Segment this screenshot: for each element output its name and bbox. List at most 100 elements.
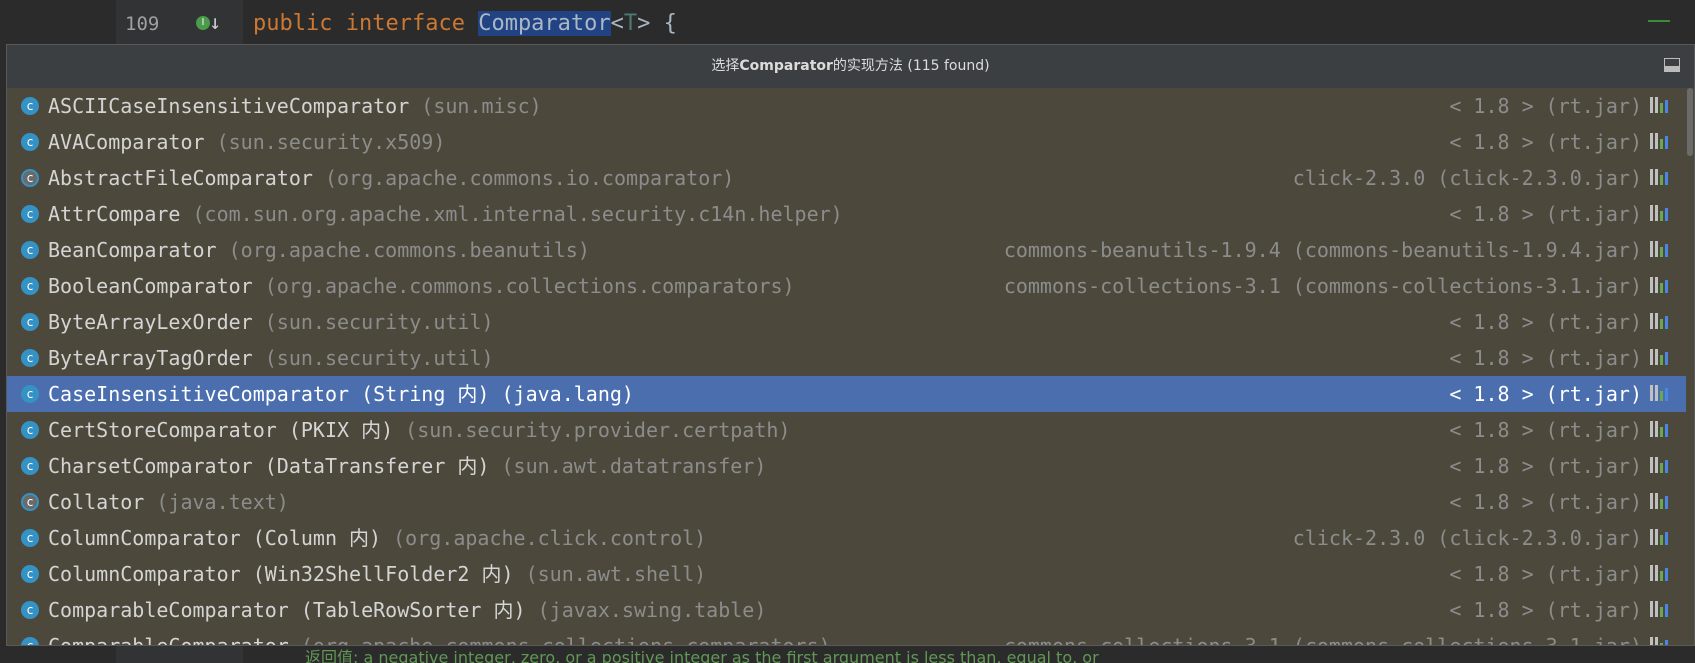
library-name: < 1.8 > (rt.jar)	[1449, 94, 1642, 118]
list-item-name: ComparableComparator (org.apache.commons…	[48, 628, 831, 646]
class-icon: c	[21, 529, 39, 547]
library-icon	[1650, 637, 1672, 645]
list-item[interactable]: c ColumnComparator (Column 内) (org.apache…	[7, 520, 1688, 556]
package-name: (javax.swing.table)	[537, 598, 767, 622]
list-item[interactable]: c AttrCompare (com.sun.org.apache.xml.int…	[7, 196, 1688, 232]
library-name: click-2.3.0 (click-2.3.0.jar)	[1292, 526, 1642, 550]
package-name: (sun.misc)	[421, 94, 542, 118]
list-item[interactable]: c ComparableComparator (org.apache.common…	[7, 628, 1688, 646]
abstract-class-icon: c	[21, 493, 39, 511]
type-parameter: T	[623, 11, 638, 36]
package-name: (org.apache.commons.io.comparator)	[324, 166, 735, 190]
library-icon	[1650, 385, 1672, 403]
list-item-name: ColumnComparator (Column 内) (org.apache.…	[48, 520, 706, 556]
class-name: AbstractFileComparator	[48, 166, 313, 190]
class-name: BooleanComparator	[48, 274, 253, 298]
generic-close: >	[637, 11, 651, 36]
library-icon	[1650, 205, 1672, 223]
package-name: (java.text)	[156, 490, 289, 514]
class-name: BeanComparator	[48, 238, 217, 262]
list-item[interactable]: c Collator (java.text) < 1.8 > (rt.jar)	[7, 484, 1688, 520]
popup-title: 选择Comparator的实现方法 (115 found)	[7, 45, 1694, 88]
popup-title-bold: Comparator	[739, 58, 833, 74]
class-name: CertStoreComparator (PKIX 内)	[48, 418, 394, 442]
class-icon: c	[21, 421, 39, 439]
class-name: AVAComparator	[48, 130, 205, 154]
list-item[interactable]: c ComparableComparator (TableRowSorter 内)…	[7, 592, 1688, 628]
library-name: < 1.8 > (rt.jar)	[1449, 130, 1642, 154]
library-icon	[1650, 493, 1672, 511]
open-brace: {	[650, 11, 677, 36]
library-icon	[1650, 565, 1672, 583]
list-item[interactable]: c BeanComparator (org.apache.commons.bean…	[7, 232, 1688, 268]
class-name: ColumnComparator (Win32ShellFolder2 内)	[48, 562, 514, 586]
list-item[interactable]: c CaseInsensitiveComparator (String 内) (j…	[7, 376, 1688, 412]
class-name: ColumnComparator (Column 内)	[48, 526, 382, 550]
implemented-marker-icon[interactable]: I	[196, 16, 210, 30]
list-item-name: ComparableComparator (TableRowSorter 内) …	[48, 592, 766, 628]
class-icon: c	[21, 241, 39, 259]
list-item[interactable]: c BooleanComparator (org.apache.commons.c…	[7, 268, 1688, 304]
list-item[interactable]: c ASCIICaseInsensitiveComparator (sun.mis…	[7, 88, 1688, 124]
class-name: ComparableComparator (TableRowSorter 内)	[48, 598, 526, 622]
change-marker	[1648, 20, 1670, 22]
class-icon: c	[21, 637, 39, 645]
list-item-name: ByteArrayTagOrder (sun.security.util)	[48, 340, 494, 376]
keyword-public: public	[253, 11, 333, 36]
library-name: commons-collections-3.1 (commons-collect…	[1003, 274, 1642, 298]
class-icon: c	[21, 313, 39, 331]
doc-status-text: 返回值: a negative integer, zero, or a posi…	[243, 646, 1695, 663]
class-icon: c	[21, 277, 39, 295]
abstract-class-icon: c	[21, 169, 39, 187]
list-item[interactable]: c ByteArrayTagOrder (sun.security.util) < …	[7, 340, 1688, 376]
class-name: AttrCompare	[48, 202, 181, 226]
list-item[interactable]: c AVAComparator (sun.security.x509) < 1.8 …	[7, 124, 1688, 160]
list-item-name: CaseInsensitiveComparator (String 内) (ja…	[48, 376, 634, 412]
open-in-window-icon[interactable]	[1664, 58, 1680, 72]
package-name: (sun.awt.datatransfer)	[501, 454, 767, 478]
list-item-name: AttrCompare (com.sun.org.apache.xml.inte…	[48, 196, 843, 232]
list-item-name: CharsetComparator (DataTransferer 内) (su…	[48, 448, 766, 484]
code-line[interactable]: public interface Comparator<T> {	[253, 11, 677, 36]
class-name: ByteArrayTagOrder	[48, 346, 253, 370]
library-name: < 1.8 > (rt.jar)	[1449, 202, 1642, 226]
library-name: < 1.8 > (rt.jar)	[1449, 310, 1642, 334]
class-name: CaseInsensitiveComparator (String 内)	[48, 382, 490, 406]
package-name: (sun.security.provider.certpath)	[405, 418, 791, 442]
list-item-name: CertStoreComparator (PKIX 内) (sun.securi…	[48, 412, 790, 448]
class-name: ComparableComparator	[48, 634, 289, 646]
scrollbar-thumb[interactable]	[1687, 88, 1693, 156]
package-name: (org.apache.commons.beanutils)	[228, 238, 590, 262]
class-icon: c	[21, 133, 39, 151]
list-item-name: Collator (java.text)	[48, 484, 289, 520]
package-name: (sun.security.x509)	[216, 130, 446, 154]
class-name: ASCIICaseInsensitiveComparator	[48, 94, 410, 118]
library-icon	[1650, 133, 1672, 151]
library-name: click-2.3.0 (click-2.3.0.jar)	[1292, 166, 1642, 190]
scrollbar[interactable]	[1686, 88, 1694, 645]
list-item[interactable]: c ByteArrayLexOrder (sun.security.util) < …	[7, 304, 1688, 340]
list-item-name: ByteArrayLexOrder (sun.security.util)	[48, 304, 494, 340]
package-name: (com.sun.org.apache.xml.internal.securit…	[192, 202, 843, 226]
library-icon	[1650, 601, 1672, 619]
library-icon	[1650, 421, 1672, 439]
class-icon: c	[21, 385, 39, 403]
library-icon	[1650, 277, 1672, 295]
library-name: < 1.8 > (rt.jar)	[1449, 490, 1642, 514]
library-icon	[1650, 169, 1672, 187]
keyword-interface: interface	[345, 11, 465, 36]
list-item[interactable]: c AbstractFileComparator (org.apache.comm…	[7, 160, 1688, 196]
list-item[interactable]: c CharsetComparator (DataTransferer 内) (s…	[7, 448, 1688, 484]
popup-title-suffix: 的实现方法 (115 found)	[832, 58, 990, 74]
library-icon	[1650, 241, 1672, 259]
list-item[interactable]: c ColumnComparator (Win32ShellFolder2 内) …	[7, 556, 1688, 592]
library-name: < 1.8 > (rt.jar)	[1449, 418, 1642, 442]
package-name: (org.apache.click.control)	[393, 526, 707, 550]
library-name: < 1.8 > (rt.jar)	[1449, 454, 1642, 478]
package-name: (sun.security.util)	[264, 346, 494, 370]
list-item[interactable]: c CertStoreComparator (PKIX 内) (sun.secur…	[7, 412, 1688, 448]
list-item-name: AbstractFileComparator (org.apache.commo…	[48, 160, 734, 196]
library-name: commons-collections-3.1 (commons-collect…	[1003, 634, 1642, 646]
down-arrow-icon[interactable]: ↓	[209, 10, 221, 34]
selected-identifier[interactable]: Comparator	[478, 11, 611, 36]
